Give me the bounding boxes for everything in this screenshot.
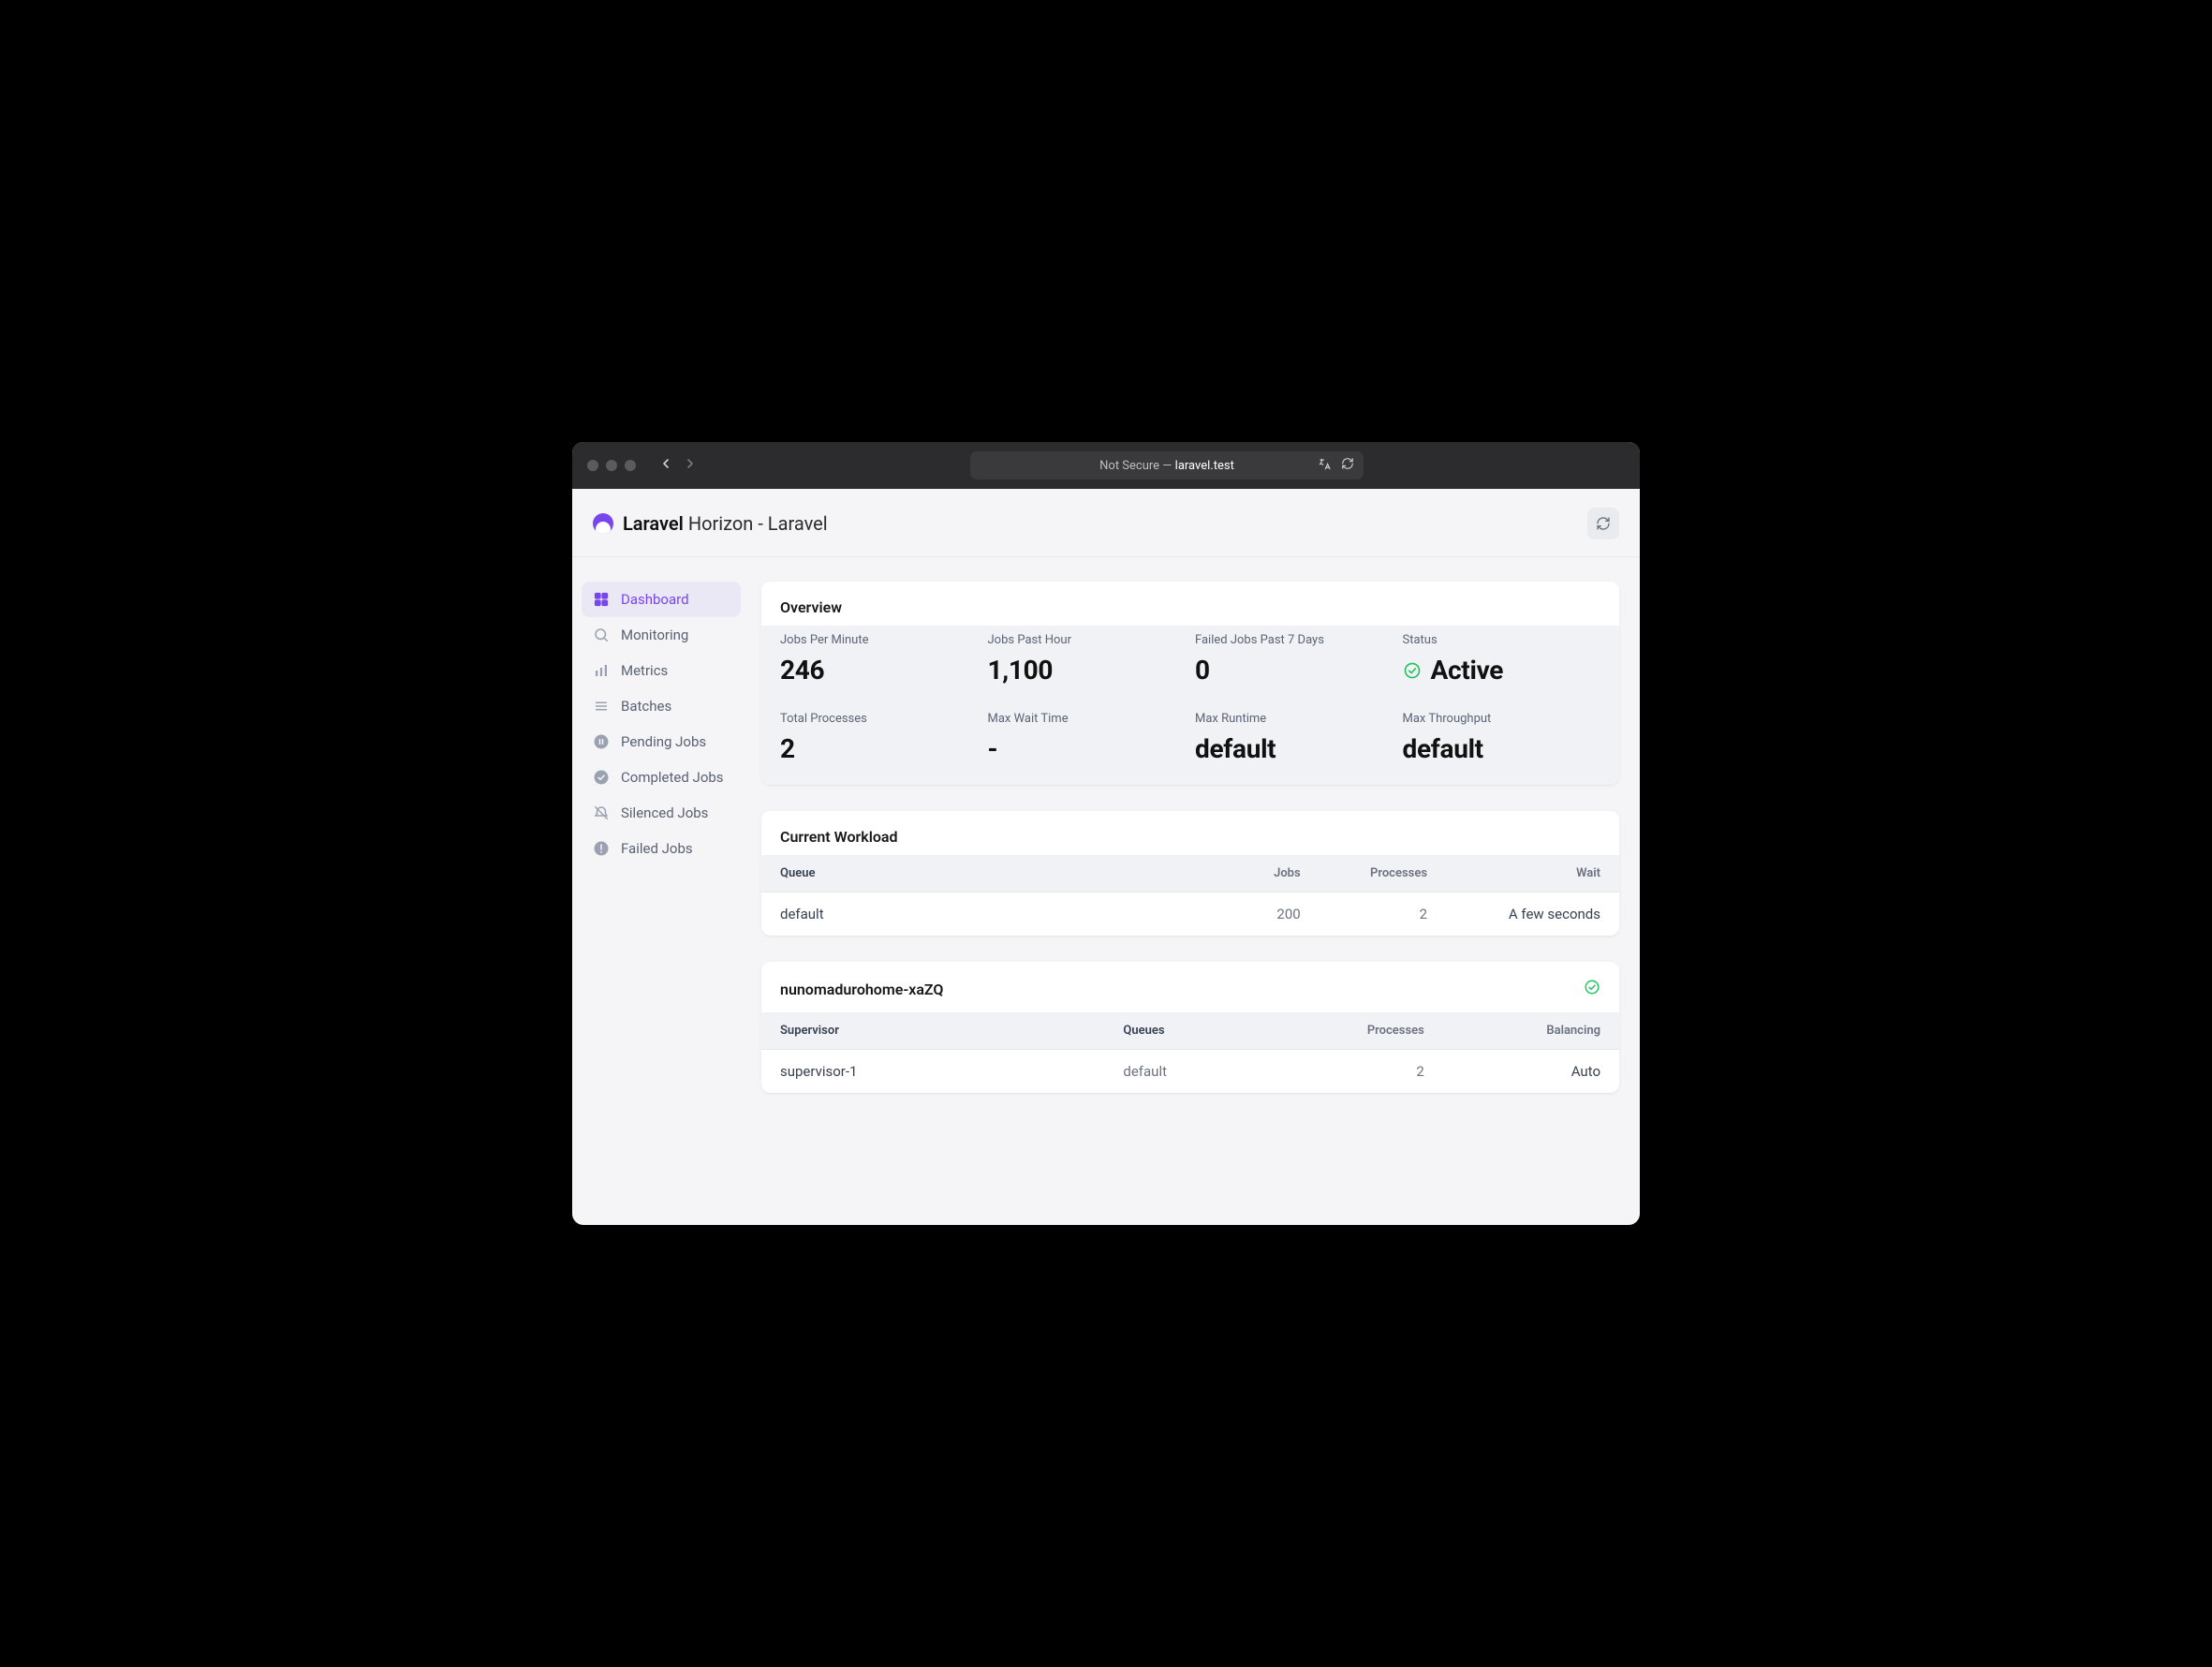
address-bar[interactable]: Not Secure — laravel.test: [970, 451, 1364, 479]
sidebar-item-label: Metrics: [621, 662, 668, 679]
alert-icon: [593, 840, 610, 857]
sidebar-item-completed-jobs[interactable]: Completed Jobs: [582, 760, 741, 795]
workload-col-jobs: Jobs: [1233, 855, 1320, 893]
stat-value: 246: [780, 655, 979, 686]
pause-icon: [593, 733, 610, 750]
sidebar-item-label: Pending Jobs: [621, 733, 706, 750]
stat-label: Jobs Past Hour: [988, 633, 1187, 647]
stat-label: Failed Jobs Past 7 Days: [1195, 633, 1394, 647]
sidebar-item-pending-jobs[interactable]: Pending Jobs: [582, 724, 741, 760]
browser-chrome: Not Secure — laravel.test: [572, 442, 1640, 489]
translate-icon[interactable]: [1318, 457, 1332, 475]
stat-value: -: [988, 733, 1187, 764]
sidebar-item-label: Dashboard: [621, 591, 689, 608]
sidebar-item-label: Silenced Jobs: [621, 804, 708, 821]
bars-icon: [593, 662, 610, 679]
stat-jobs-per-minute: Jobs Per Minute 246: [780, 633, 979, 686]
workload-col-wait: Wait: [1446, 855, 1619, 893]
stat-label: Status: [1403, 633, 1601, 647]
main-content: Overview Jobs Per Minute 246 Jobs Past Hou…: [750, 557, 1640, 1225]
stat-value: 0: [1195, 655, 1394, 686]
traffic-min[interactable]: [606, 460, 617, 471]
browser-window: Not Secure — laravel.test Laravel Horizo…: [572, 442, 1640, 1225]
traffic-max[interactable]: [625, 460, 636, 471]
stat-value: 2: [780, 733, 979, 764]
sidebar: Dashboard Monitoring Metrics Batches Pending…: [572, 557, 750, 1225]
host-card: nunomadurohome-xaZQ SupervisorQueuesProc…: [761, 962, 1619, 1093]
sidebar-item-label: Batches: [621, 698, 671, 715]
stat-max-wait-time: Max Wait Time -: [988, 712, 1187, 764]
dashboard-icon: [593, 591, 610, 608]
traffic-close[interactable]: [587, 460, 598, 471]
cell-processes: 2: [1320, 893, 1446, 937]
sidebar-item-silenced-jobs[interactable]: Silenced Jobs: [582, 795, 741, 831]
mute-icon: [593, 804, 610, 821]
stat-value: default: [1403, 733, 1601, 764]
sup-col-queues: Queues: [1104, 1012, 1261, 1050]
stat-value: 1,100: [988, 655, 1187, 686]
cell-queue: default: [761, 893, 1233, 937]
stat-jobs-past-hour: Jobs Past Hour 1,100: [988, 633, 1187, 686]
traffic-lights: [587, 460, 636, 471]
sidebar-item-dashboard[interactable]: Dashboard: [582, 582, 741, 617]
nav-arrows: [658, 456, 698, 475]
sidebar-item-monitoring[interactable]: Monitoring: [582, 617, 741, 653]
stat-max-runtime: Max Runtime default: [1195, 712, 1394, 764]
stat-status: Status Active: [1403, 633, 1601, 686]
host-status-icon: [1584, 979, 1600, 999]
stat-label: Max Runtime: [1195, 712, 1394, 726]
workload-table: QueueJobsProcessesWait default2002A few …: [761, 855, 1619, 936]
host-name: nunomadurohome-xaZQ: [780, 981, 943, 998]
refresh-button[interactable]: [1587, 508, 1619, 539]
cell-jobs: 200: [1233, 893, 1320, 937]
sidebar-item-metrics[interactable]: Metrics: [582, 653, 741, 688]
stat-label: Jobs Per Minute: [780, 633, 979, 647]
sidebar-item-failed-jobs[interactable]: Failed Jobs: [582, 831, 741, 866]
check-icon: [593, 769, 610, 786]
workload-col-queue: Queue: [761, 855, 1233, 893]
stat-value: default: [1195, 733, 1394, 764]
list-icon: [593, 698, 610, 715]
cell-wait: A few seconds: [1446, 893, 1619, 937]
app-title: Laravel Horizon - Laravel: [623, 512, 828, 535]
sidebar-item-label: Completed Jobs: [621, 769, 724, 786]
sup-col-balancing: Balancing: [1443, 1012, 1619, 1050]
overview-title: Overview: [761, 582, 1619, 626]
sidebar-item-label: Monitoring: [621, 627, 688, 643]
sidebar-item-batches[interactable]: Batches: [582, 688, 741, 724]
stat-value: Active: [1431, 655, 1504, 686]
workload-row: default2002A few seconds: [761, 893, 1619, 937]
forward-button[interactable]: [683, 456, 698, 475]
stat-label: Max Wait Time: [988, 712, 1187, 726]
supervisor-table: SupervisorQueuesProcessesBalancing super…: [761, 1012, 1619, 1093]
app-header: Laravel Horizon - Laravel: [572, 489, 1640, 557]
back-button[interactable]: [658, 456, 673, 475]
address-host: laravel.test: [1175, 459, 1234, 473]
sidebar-item-label: Failed Jobs: [621, 840, 693, 857]
overview-card: Overview Jobs Per Minute 246 Jobs Past Hou…: [761, 582, 1619, 785]
address-prefix: Not Secure —: [1099, 459, 1175, 473]
cell-supervisor: supervisor-1: [761, 1050, 1104, 1094]
stat-label: Total Processes: [780, 712, 979, 726]
sup-col-supervisor: Supervisor: [761, 1012, 1104, 1050]
supervisor-row: supervisor-1default2Auto: [761, 1050, 1619, 1094]
cell-queues: default: [1104, 1050, 1261, 1094]
search-icon: [593, 627, 610, 643]
brand[interactable]: Laravel Horizon - Laravel: [593, 512, 828, 535]
reload-icon[interactable]: [1341, 457, 1354, 475]
cell-balancing: Auto: [1443, 1050, 1619, 1094]
stat-failed-jobs-past-7-days: Failed Jobs Past 7 Days 0: [1195, 633, 1394, 686]
workload-col-processes: Processes: [1320, 855, 1446, 893]
workload-card: Current Workload QueueJobsProcessesWait …: [761, 811, 1619, 936]
cell-processes: 2: [1261, 1050, 1443, 1094]
horizon-logo-icon: [593, 513, 613, 534]
address-bar-actions: [1318, 457, 1354, 475]
overview-stats: Jobs Per Minute 246 Jobs Past Hour 1,100 Fai…: [761, 626, 1619, 785]
sup-col-processes: Processes: [1261, 1012, 1443, 1050]
stat-max-throughput: Max Throughput default: [1403, 712, 1601, 764]
stat-label: Max Throughput: [1403, 712, 1601, 726]
workload-title: Current Workload: [761, 811, 1619, 855]
stat-total-processes: Total Processes 2: [780, 712, 979, 764]
